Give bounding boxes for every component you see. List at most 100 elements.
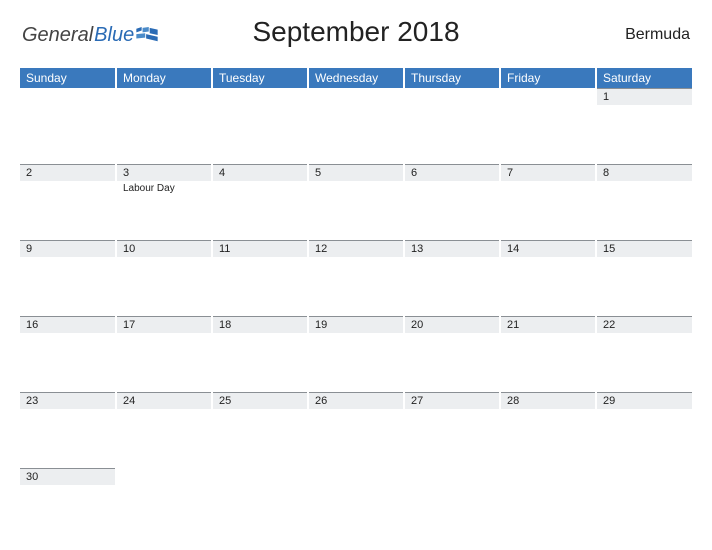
day-number <box>501 468 595 485</box>
day-header: Wednesday <box>308 68 404 88</box>
day-number: 22 <box>597 316 692 333</box>
calendar-day-cell <box>116 88 212 164</box>
calendar-day-cell <box>596 468 692 544</box>
calendar-day-cell: 25 <box>212 392 308 468</box>
day-number: 12 <box>309 240 403 257</box>
calendar-day-cell: 26 <box>308 392 404 468</box>
day-number: 26 <box>309 392 403 409</box>
calendar-day-cell: 10 <box>116 240 212 316</box>
calendar-week-row: 23Labour Day45678 <box>20 164 692 240</box>
calendar-day-cell: 3Labour Day <box>116 164 212 240</box>
calendar-day-cell: 2 <box>20 164 116 240</box>
calendar-day-cell: 14 <box>500 240 596 316</box>
calendar-day-cell <box>116 468 212 544</box>
day-number: 10 <box>117 240 211 257</box>
day-header: Tuesday <box>212 68 308 88</box>
day-number <box>117 88 211 105</box>
day-number: 4 <box>213 164 307 181</box>
calendar-day-cell <box>404 88 500 164</box>
calendar-day-cell: 18 <box>212 316 308 392</box>
calendar-week-row: 16171819202122 <box>20 316 692 392</box>
calendar-day-cell: 6 <box>404 164 500 240</box>
day-number: 11 <box>213 240 307 257</box>
calendar-day-cell <box>500 88 596 164</box>
day-number: 16 <box>20 316 115 333</box>
day-header: Sunday <box>20 68 116 88</box>
day-header: Friday <box>500 68 596 88</box>
calendar-day-cell: 20 <box>404 316 500 392</box>
calendar-day-cell: 15 <box>596 240 692 316</box>
calendar-day-cell <box>212 468 308 544</box>
day-number: 2 <box>20 164 115 181</box>
calendar-day-cell: 16 <box>20 316 116 392</box>
day-number <box>597 468 692 485</box>
header: General Blue September 2018 Bermuda <box>20 8 692 62</box>
calendar-day-cell: 5 <box>308 164 404 240</box>
calendar-day-cell <box>20 88 116 164</box>
day-number: 24 <box>117 392 211 409</box>
calendar-day-cell: 28 <box>500 392 596 468</box>
calendar-day-cell: 13 <box>404 240 500 316</box>
calendar-day-cell <box>308 88 404 164</box>
calendar-day-cell <box>404 468 500 544</box>
day-number: 14 <box>501 240 595 257</box>
logo-text-general: General <box>22 24 93 47</box>
calendar-day-cell: 30 <box>20 468 116 544</box>
calendar-week-row: 1 <box>20 88 692 164</box>
calendar-day-cell: 19 <box>308 316 404 392</box>
calendar-day-cell: 8 <box>596 164 692 240</box>
day-number <box>213 468 307 485</box>
day-number: 28 <box>501 392 595 409</box>
day-number <box>20 88 115 105</box>
day-number: 23 <box>20 392 115 409</box>
logo: General Blue <box>22 24 158 47</box>
day-number <box>213 88 307 105</box>
day-number: 19 <box>309 316 403 333</box>
logo-text-blue: Blue <box>94 24 134 47</box>
day-number: 8 <box>597 164 692 181</box>
day-number: 1 <box>597 88 692 105</box>
day-number: 6 <box>405 164 499 181</box>
day-number: 15 <box>597 240 692 257</box>
calendar-day-cell <box>212 88 308 164</box>
page-title: September 2018 <box>252 16 459 48</box>
day-header: Saturday <box>596 68 692 88</box>
calendar-day-cell: 21 <box>500 316 596 392</box>
day-number: 7 <box>501 164 595 181</box>
calendar-table: Sunday Monday Tuesday Wednesday Thursday… <box>20 68 692 544</box>
day-number <box>309 468 403 485</box>
day-number <box>405 468 499 485</box>
calendar-day-cell: 22 <box>596 316 692 392</box>
calendar-day-cell: 12 <box>308 240 404 316</box>
calendar-day-cell: 29 <box>596 392 692 468</box>
day-number <box>501 88 595 105</box>
day-header: Monday <box>116 68 212 88</box>
region-label: Bermuda <box>625 26 690 44</box>
day-number <box>309 88 403 105</box>
day-header-row: Sunday Monday Tuesday Wednesday Thursday… <box>20 68 692 88</box>
day-number <box>405 88 499 105</box>
day-number: 25 <box>213 392 307 409</box>
calendar-day-cell: 27 <box>404 392 500 468</box>
day-number: 27 <box>405 392 499 409</box>
day-number: 13 <box>405 240 499 257</box>
calendar-day-cell <box>308 468 404 544</box>
calendar-day-cell: 24 <box>116 392 212 468</box>
day-number: 20 <box>405 316 499 333</box>
day-number: 18 <box>213 316 307 333</box>
logo-flag-icon <box>136 27 158 43</box>
calendar-day-cell: 1 <box>596 88 692 164</box>
calendar-day-cell: 23 <box>20 392 116 468</box>
day-number: 9 <box>20 240 115 257</box>
calendar-day-cell: 11 <box>212 240 308 316</box>
day-number: 3 <box>117 164 211 181</box>
calendar-week-row: 9101112131415 <box>20 240 692 316</box>
calendar-week-row: 30 <box>20 468 692 544</box>
calendar-day-cell: 7 <box>500 164 596 240</box>
day-number <box>117 468 211 485</box>
day-number: 21 <box>501 316 595 333</box>
calendar-day-cell: 17 <box>116 316 212 392</box>
calendar-week-row: 23242526272829 <box>20 392 692 468</box>
calendar-body: 123Labour Day456789101112131415161718192… <box>20 88 692 544</box>
calendar-day-cell: 9 <box>20 240 116 316</box>
